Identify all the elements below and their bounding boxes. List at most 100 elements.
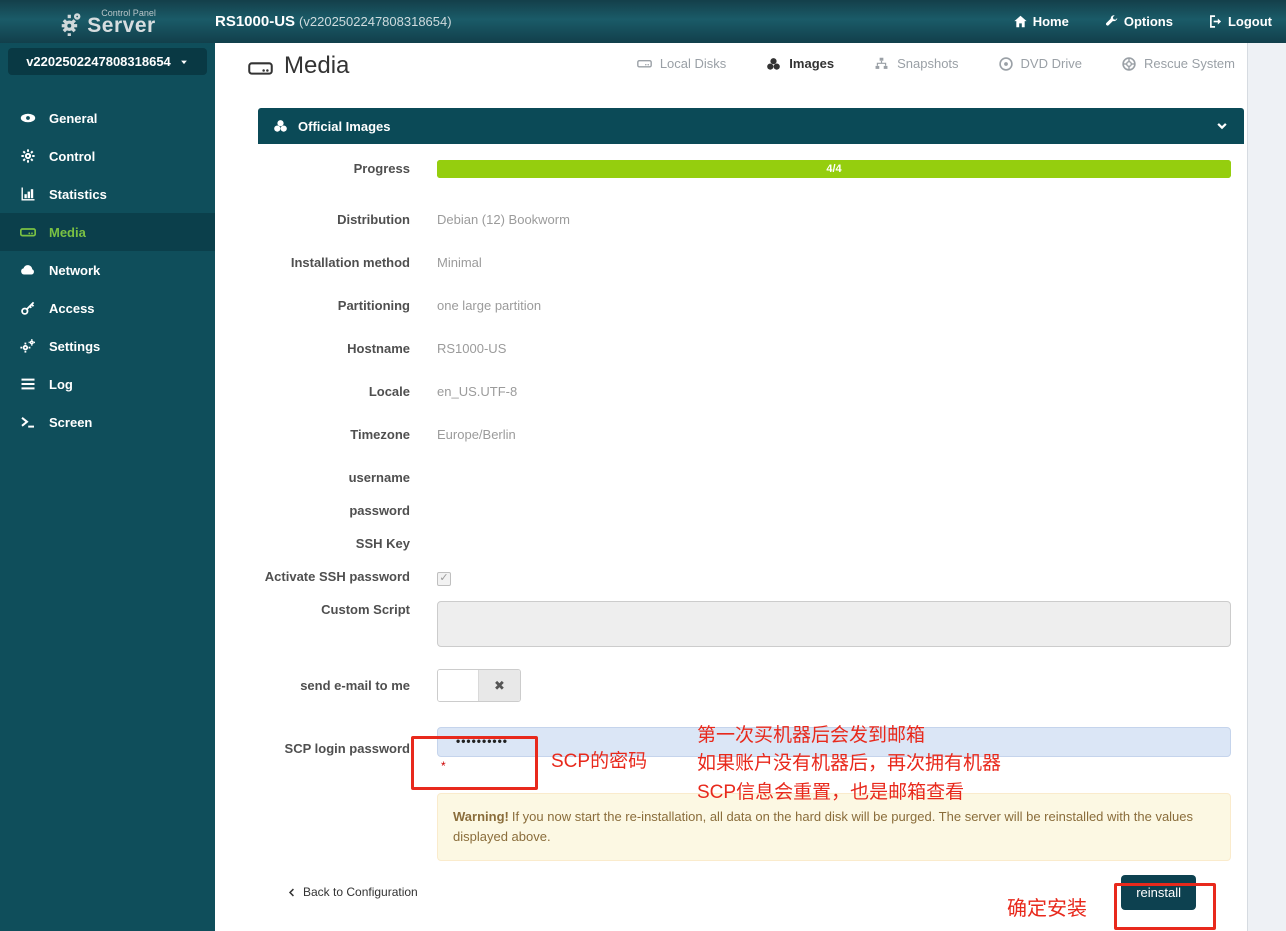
custom-script-label: Custom Script bbox=[258, 601, 410, 618]
logout-link[interactable]: Logout bbox=[1209, 14, 1272, 29]
progress-label: Progress bbox=[258, 160, 410, 177]
key-icon bbox=[19, 301, 37, 315]
hdd-icon bbox=[637, 57, 652, 70]
terminal-icon bbox=[19, 415, 37, 429]
tab-dvd-drive[interactable]: DVD Drive bbox=[999, 56, 1082, 71]
gear-icon bbox=[19, 149, 37, 163]
custom-script-row: Custom Script bbox=[258, 601, 1244, 651]
tab-rescue-system[interactable]: Rescue System bbox=[1122, 56, 1235, 71]
field-label: Locale bbox=[258, 383, 410, 400]
annotation-text-line3: SCP信息会重置，也是邮箱查看 bbox=[697, 777, 964, 804]
media-tabs: Local Disks Images Snapshots DVD Drive bbox=[637, 56, 1235, 71]
sidebar-item-label: Screen bbox=[49, 415, 92, 430]
send-email-label: send e-mail to me bbox=[258, 677, 410, 694]
field-row-installation-method: Installation method Minimal bbox=[258, 254, 1244, 271]
field-label: username bbox=[258, 469, 410, 486]
sidebar-item-screen[interactable]: Screen bbox=[0, 403, 215, 441]
bar-chart-icon bbox=[19, 187, 37, 201]
annotation-box-scp-password bbox=[411, 736, 538, 790]
app-window: Control Panel Server RS1000-US (v22025022… bbox=[0, 0, 1286, 931]
top-header-bar: Control Panel Server RS1000-US (v22025022… bbox=[0, 0, 1286, 43]
hdd-icon bbox=[19, 225, 37, 239]
home-label: Home bbox=[1033, 14, 1069, 29]
progress-bar: 4/4 bbox=[437, 160, 1231, 178]
tab-label: Images bbox=[789, 56, 834, 71]
warning-title: Warning! bbox=[453, 809, 509, 824]
field-label: Partitioning bbox=[258, 297, 410, 314]
page-title-text: Media bbox=[284, 52, 349, 80]
gears-icon bbox=[19, 339, 37, 353]
server-name: RS1000-US bbox=[215, 13, 295, 30]
home-link[interactable]: Home bbox=[1014, 14, 1069, 29]
brand-logo: Control Panel Server bbox=[0, 7, 215, 37]
page-title: Media bbox=[248, 52, 349, 80]
list-icon bbox=[19, 377, 37, 391]
server-selector-label: v2202502247808318654 bbox=[26, 54, 171, 69]
warning-text: If you now start the re-installation, al… bbox=[453, 809, 1193, 844]
send-email-toggle[interactable]: ✖ bbox=[437, 669, 521, 702]
sidebar-item-statistics[interactable]: Statistics bbox=[0, 175, 215, 213]
field-value: Europe/Berlin bbox=[437, 426, 1231, 443]
server-selector-dropdown[interactable]: v2202502247808318654 bbox=[8, 48, 207, 75]
caret-down-icon bbox=[179, 57, 189, 67]
options-label: Options bbox=[1124, 14, 1173, 29]
sidebar-item-network[interactable]: Network bbox=[0, 251, 215, 289]
toggle-off-icon: ✖ bbox=[479, 670, 520, 701]
field-label: Timezone bbox=[258, 426, 410, 443]
brand-text: Control Panel Server bbox=[87, 7, 155, 37]
gear-logo-icon bbox=[59, 12, 83, 36]
tab-local-disks[interactable]: Local Disks bbox=[637, 56, 726, 71]
panel-footer: Back to Configuration reinstall bbox=[258, 875, 1244, 910]
images-icon bbox=[273, 119, 288, 133]
logout-icon bbox=[1209, 15, 1222, 28]
field-row-ssh-key: SSH Key bbox=[258, 535, 1244, 552]
sidebar-item-label: Statistics bbox=[49, 187, 107, 202]
field-value: RS1000-US bbox=[437, 340, 1231, 357]
sidebar-item-general[interactable]: General bbox=[0, 99, 215, 137]
sidebar-item-log[interactable]: Log bbox=[0, 365, 215, 403]
panel-header[interactable]: Official Images bbox=[258, 108, 1244, 144]
field-label: Distribution bbox=[258, 211, 410, 228]
disc-icon bbox=[999, 57, 1013, 71]
field-row-locale: Locale en_US.UTF-8 bbox=[258, 383, 1244, 400]
field-row-distribution: Distribution Debian (12) Bookworm bbox=[258, 211, 1244, 228]
field-row-hostname: Hostname RS1000-US bbox=[258, 340, 1244, 357]
tab-label: Rescue System bbox=[1144, 56, 1235, 71]
life-ring-icon bbox=[1122, 57, 1136, 71]
sidebar-item-label: Settings bbox=[49, 339, 100, 354]
field-value: one large partition bbox=[437, 297, 1231, 314]
sidebar-item-media[interactable]: Media bbox=[0, 213, 215, 251]
sidebar-item-settings[interactable]: Settings bbox=[0, 327, 215, 365]
field-value: Minimal bbox=[437, 254, 1231, 271]
cloud-icon bbox=[19, 263, 37, 277]
brand-tagline: Control Panel bbox=[101, 8, 156, 18]
field-label: SSH Key bbox=[258, 535, 410, 552]
field-row-password: password bbox=[258, 502, 1244, 519]
options-link[interactable]: Options bbox=[1105, 14, 1173, 29]
back-to-configuration-link[interactable]: Back to Configuration bbox=[288, 885, 418, 899]
sidebar-item-label: General bbox=[49, 111, 97, 126]
sidebar-menu: General Control Statistics bbox=[0, 99, 215, 441]
field-row-partitioning: Partitioning one large partition bbox=[258, 297, 1244, 314]
sidebar-item-label: Log bbox=[49, 377, 73, 392]
chevron-down-icon[interactable] bbox=[1215, 120, 1229, 132]
tab-label: Snapshots bbox=[897, 56, 958, 71]
tab-snapshots[interactable]: Snapshots bbox=[874, 56, 958, 71]
sidebar: v2202502247808318654 General Contro bbox=[0, 43, 215, 931]
logout-label: Logout bbox=[1228, 14, 1272, 29]
progress-row: Progress 4/4 bbox=[258, 160, 1244, 178]
annotation-box-reinstall-button bbox=[1114, 883, 1216, 930]
server-version: (v2202502247808318654) bbox=[299, 14, 452, 29]
sidebar-item-access[interactable]: Access bbox=[0, 289, 215, 327]
tab-label: Local Disks bbox=[660, 56, 726, 71]
custom-script-input[interactable] bbox=[437, 601, 1231, 647]
activate-ssh-row: Activate SSH password bbox=[258, 568, 1244, 586]
field-value: Debian (12) Bookworm bbox=[437, 211, 1231, 228]
tab-label: DVD Drive bbox=[1021, 56, 1082, 71]
tab-images[interactable]: Images bbox=[766, 56, 834, 71]
field-label: password bbox=[258, 502, 410, 519]
activate-ssh-checkbox[interactable] bbox=[437, 572, 451, 586]
sidebar-item-control[interactable]: Control bbox=[0, 137, 215, 175]
wrench-icon bbox=[1105, 15, 1118, 28]
annotation-text-scp-note: SCP的密码 bbox=[551, 746, 647, 773]
